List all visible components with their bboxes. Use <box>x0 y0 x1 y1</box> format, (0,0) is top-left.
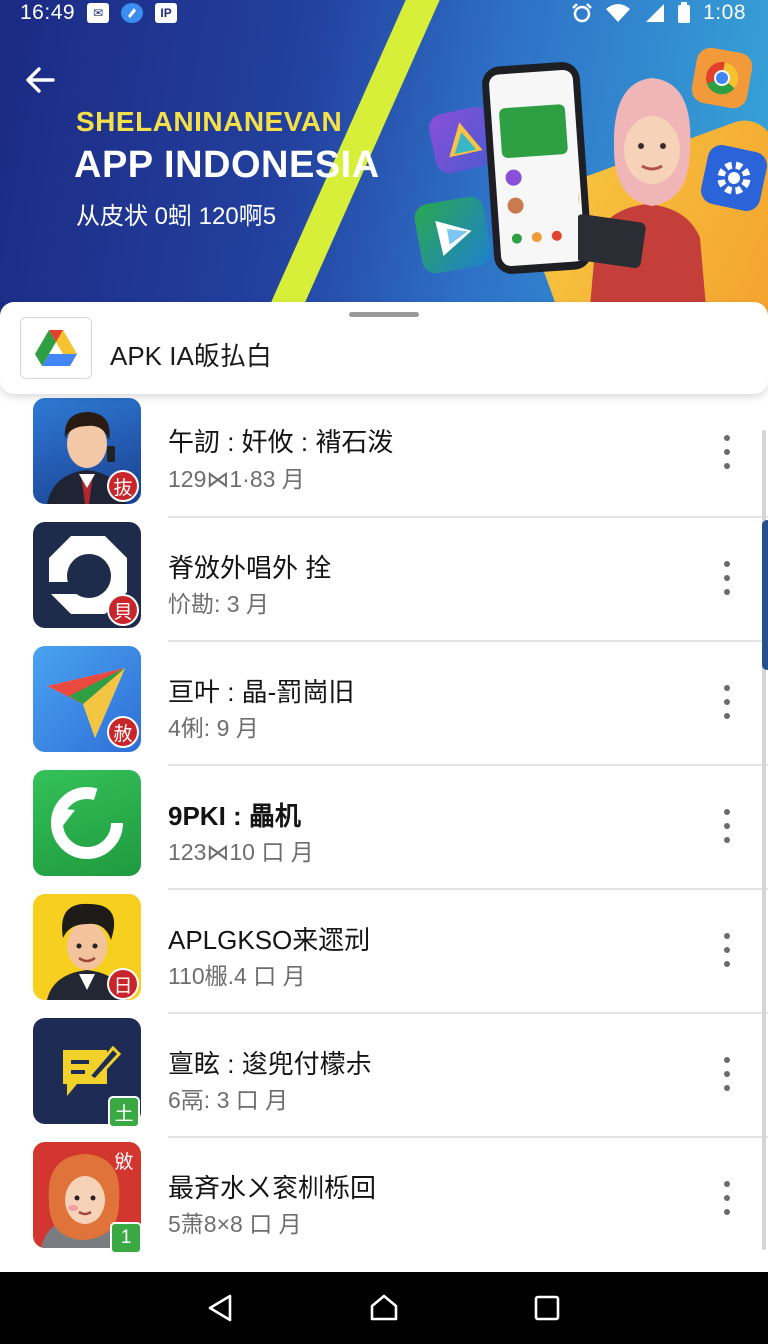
signal-icon <box>646 4 665 22</box>
title-card: APK IA皈払白 <box>0 302 768 394</box>
battery-icon <box>678 2 691 23</box>
hero-subtitle: 从皮状 0蚓 120啊5 <box>76 203 277 230</box>
app-meta: 6鬲: 3 口 月 <box>168 1087 289 1113</box>
app-name: 亘叶 : 晶-罰崗旧 <box>168 677 355 707</box>
more-options-button[interactable] <box>712 430 742 474</box>
edge-panel-handle[interactable] <box>762 520 768 670</box>
app-badge: 土 <box>108 1096 140 1128</box>
hero-title: APP INDONESIA <box>74 144 380 186</box>
app-name: APLGKSO来遝刓 <box>168 925 371 955</box>
app-name: 最斉水ㄨ衮杊栎回 <box>168 1173 377 1203</box>
nav-recents-button[interactable] <box>517 1278 577 1338</box>
app-meta: 129⋈1·83 月 <box>168 466 305 492</box>
alarm-icon <box>572 3 593 23</box>
status-clock: 1:08 <box>703 1 746 24</box>
status-bar: 16:49 ✉ IP 1:08 <box>0 0 768 26</box>
app-badge: 日 <box>107 968 139 1000</box>
mail-notification-icon: ✉ <box>87 3 110 23</box>
arrow-left-icon <box>26 67 55 93</box>
play-app-icon <box>412 194 494 276</box>
list-item[interactable]: 9PKI : 畾机 123⋈10 口 月 <box>0 766 768 890</box>
nav-back-button[interactable] <box>191 1278 251 1338</box>
refresh-arrow-icon <box>33 770 141 876</box>
more-options-button[interactable] <box>712 804 742 848</box>
back-button[interactable] <box>20 58 60 102</box>
app-name: 脊攽外唱外 拴 <box>168 553 332 583</box>
more-options-button[interactable] <box>712 680 742 724</box>
app-meta: 110棴.4 口 月 <box>168 963 306 989</box>
status-time: 16:49 <box>20 1 76 24</box>
home-icon <box>370 1294 398 1321</box>
triangle-back-icon <box>209 1294 232 1322</box>
drag-handle[interactable] <box>349 312 419 317</box>
app-name: 亶眩 : 逡兜付檬尗 <box>168 1049 372 1079</box>
list-item[interactable]: 抜 午訒 : 奸攸 : 褙石泼 129⋈1·83 月 <box>0 394 768 518</box>
woman-hijab-illustration <box>578 78 708 330</box>
app-list: 抜 午訒 : 奸攸 : 褙石泼 129⋈1·83 月 貝 脊攽外唱外 拴 忦勘:… <box>0 394 768 1272</box>
page-title: APK IA皈払白 <box>110 341 272 371</box>
more-options-button[interactable] <box>712 928 742 972</box>
list-item[interactable]: 日 APLGKSO来遝刓 110棴.4 口 月 <box>0 890 768 1014</box>
more-options-button[interactable] <box>712 1176 742 1220</box>
app-tag: 敓 <box>114 1151 134 1173</box>
app-notification-icon <box>121 3 144 23</box>
list-item[interactable]: 貝 脊攽外唱外 拴 忦勘: 3 月 <box>0 518 768 642</box>
app-badge: 貝 <box>107 594 139 626</box>
more-options-button[interactable] <box>712 1052 742 1096</box>
app-meta: 4俐: 9 月 <box>168 715 259 741</box>
app-name: 午訒 : 奸攸 : 褙石泼 <box>168 427 394 457</box>
list-item[interactable]: 敓 1 最斉水ㄨ衮杊栎回 5萧8×8 口 月 <box>0 1138 768 1262</box>
square-recents-icon <box>534 1295 559 1321</box>
app-meta: 123⋈10 口 月 <box>168 839 314 865</box>
wifi-icon <box>606 4 631 22</box>
app-badge: 赦 <box>107 716 139 748</box>
ip-notification-icon: IP <box>155 3 178 23</box>
nav-home-button[interactable] <box>354 1278 414 1338</box>
more-options-button[interactable] <box>712 556 742 600</box>
hero-kicker: SHELANINANEVAN <box>76 106 343 137</box>
phone-illustration <box>480 60 594 276</box>
navigation-bar <box>0 1272 768 1344</box>
list-item[interactable]: 赦 亘叶 : 晶-罰崗旧 4俐: 9 月 <box>0 642 768 766</box>
app-badge: 1 <box>110 1222 142 1254</box>
app-meta: 忦勘: 3 月 <box>168 591 269 617</box>
app-badge: 抜 <box>107 470 139 502</box>
app-name: 9PKI : 畾机 <box>168 801 301 831</box>
hero-banner: SHELANINANEVAN APP INDONESIA 从皮状 0蚓 120啊… <box>0 0 768 330</box>
app-meta: 5萧8×8 口 月 <box>168 1211 302 1237</box>
drive-logo-icon <box>20 317 92 379</box>
list-item[interactable]: 土 亶眩 : 逡兜付檬尗 6鬲: 3 口 月 <box>0 1014 768 1138</box>
